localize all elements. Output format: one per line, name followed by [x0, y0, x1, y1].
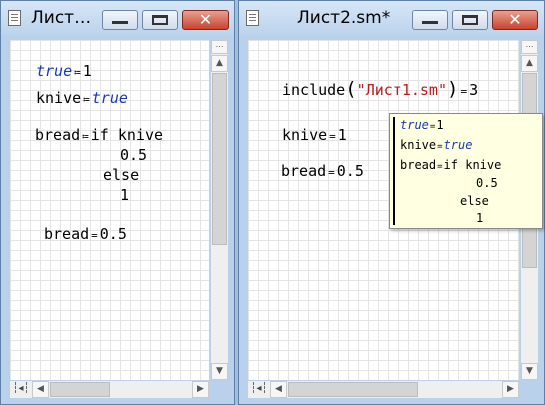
- assign-operator: ≔: [74, 66, 81, 79]
- variable-name: true: [36, 62, 73, 80]
- equals-operator: =: [91, 229, 98, 242]
- minimize-button[interactable]: [412, 10, 448, 30]
- horizontal-scrollbar[interactable]: ┆◂┆ ◀ ▶: [10, 381, 209, 398]
- value: 1: [82, 62, 92, 80]
- definition-bread[interactable]: bread ≔ if knive: [35, 126, 163, 144]
- assign-operator: ≔: [83, 93, 90, 106]
- variable-name: bread: [35, 126, 81, 144]
- scroll-right-icon[interactable]: ▶: [192, 381, 209, 398]
- equals-operator: =: [329, 130, 336, 143]
- variable-name: bread: [281, 162, 327, 180]
- maximize-button[interactable]: [452, 10, 488, 30]
- tooltip-line-knive: knive=true: [400, 138, 472, 152]
- minimize-button[interactable]: [102, 10, 138, 30]
- variable-name: bread: [44, 225, 90, 243]
- close-button[interactable]: ✕: [182, 10, 229, 30]
- maximize-button[interactable]: [142, 10, 178, 30]
- document-icon: [246, 10, 259, 26]
- definition-true[interactable]: true ≔ 1: [36, 62, 92, 80]
- file-argument: "Лист1.sm": [356, 81, 447, 99]
- evaluation-knive[interactable]: knive = 1: [282, 126, 347, 144]
- close-button[interactable]: ✕: [492, 10, 538, 30]
- scroll-down-icon[interactable]: ▼: [211, 363, 228, 380]
- split-handle-icon[interactable]: ⋯: [211, 40, 228, 54]
- variable-name: true: [400, 118, 429, 132]
- variable-name: knive: [282, 126, 328, 144]
- value: 1: [436, 118, 444, 132]
- value: true: [443, 138, 473, 152]
- tooltip-then-value: 0.5: [476, 176, 498, 190]
- if-condition: if knive: [443, 158, 502, 172]
- scroll-thumb[interactable]: [50, 382, 110, 397]
- scroll-up-icon[interactable]: ▲: [211, 55, 228, 72]
- equals-operator: =: [460, 85, 468, 98]
- scroll-thumb[interactable]: [288, 382, 418, 397]
- if-condition: if knive: [90, 126, 164, 144]
- function-name: include: [282, 81, 346, 99]
- assign-operator: ≔: [82, 130, 89, 143]
- else-keyword: else: [103, 166, 140, 184]
- vertical-scrollbar[interactable]: ⋯ ▲ ▼: [211, 40, 228, 380]
- variable-name: knive: [36, 89, 82, 107]
- scroll-up-icon[interactable]: ▲: [521, 55, 538, 72]
- horizontal-scrollbar[interactable]: ┆◂┆ ◀ ▶: [248, 381, 519, 398]
- split-handle-icon[interactable]: ⋯: [521, 40, 538, 54]
- include-preview-tooltip: true=1 knive=true bread=if knive 0.5 els…: [389, 113, 543, 229]
- equals-operator: =: [437, 162, 443, 172]
- split-handle-icon[interactable]: ┆◂┆: [10, 381, 32, 398]
- split-handle-icon[interactable]: ┆◂┆: [248, 381, 270, 398]
- window-title: Лист2.sm*: [297, 8, 391, 28]
- definition-knive[interactable]: knive ≔ true: [36, 89, 128, 107]
- include-expression[interactable]: include("Лист1.sm") = 3: [282, 78, 478, 100]
- result: 0.5: [336, 162, 364, 180]
- equals-operator: =: [328, 166, 335, 179]
- scroll-right-icon[interactable]: ▶: [502, 381, 519, 398]
- tooltip-line-bread: bread=if knive: [400, 158, 501, 172]
- tooltip-else-keyword: else: [460, 194, 489, 208]
- variable-name: bread: [400, 158, 437, 172]
- close-paren: ): [446, 78, 459, 100]
- tooltip-else-value: 1: [476, 211, 484, 225]
- scroll-left-icon[interactable]: ◀: [270, 381, 287, 398]
- variable-name: knive: [400, 138, 437, 152]
- document-icon: [8, 10, 21, 26]
- scroll-thumb[interactable]: [212, 73, 227, 245]
- result: 0.5: [99, 225, 127, 243]
- tooltip-line-true: true=1: [400, 118, 444, 132]
- title-bar[interactable]: Лист2.sm* ✕: [239, 1, 544, 35]
- result: 3: [469, 81, 479, 99]
- scroll-left-icon[interactable]: ◀: [32, 381, 49, 398]
- equals-operator: =: [437, 142, 443, 152]
- open-paren: (: [345, 78, 357, 100]
- scroll-down-icon[interactable]: ▼: [521, 363, 538, 380]
- worksheet-canvas[interactable]: true ≔ 1 knive ≔ true bread ≔ if knive 0.5 els…: [10, 40, 209, 380]
- then-value: 0.5: [120, 146, 148, 164]
- result: 1: [337, 126, 347, 144]
- else-value: 1: [120, 186, 130, 204]
- tooltip-bracket: [393, 117, 395, 225]
- worksheet-window-1: Лист… ✕ true ≔ 1 knive ≔ true bread ≔ if knive…: [0, 0, 235, 405]
- evaluation-bread[interactable]: bread = 0.5: [44, 225, 127, 243]
- window-title: Лист…: [31, 8, 92, 28]
- evaluation-bread[interactable]: bread = 0.5: [281, 162, 364, 180]
- title-bar[interactable]: Лист… ✕: [1, 1, 234, 35]
- value: true: [91, 89, 128, 107]
